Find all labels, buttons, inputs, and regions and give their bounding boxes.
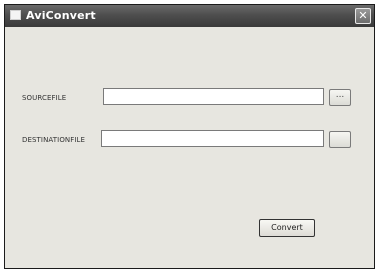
source-file-input[interactable] <box>103 88 324 105</box>
app-icon <box>10 10 21 20</box>
destination-file-label: DESTINATIONFILE <box>22 136 86 144</box>
close-button[interactable]: ✕ <box>355 8 371 24</box>
convert-button[interactable]: Convert <box>259 219 315 237</box>
destination-file-input[interactable] <box>101 130 324 147</box>
destination-browse-button[interactable] <box>329 131 351 148</box>
app-window: AviConvert ✕ SOURCEFILE ... DESTINATIONF… <box>4 4 375 269</box>
close-icon: ✕ <box>358 9 368 22</box>
source-file-label: SOURCEFILE <box>22 94 67 102</box>
title-bar[interactable]: AviConvert ✕ <box>5 5 374 27</box>
source-browse-button[interactable]: ... <box>329 89 351 106</box>
window-title: AviConvert <box>26 9 96 22</box>
